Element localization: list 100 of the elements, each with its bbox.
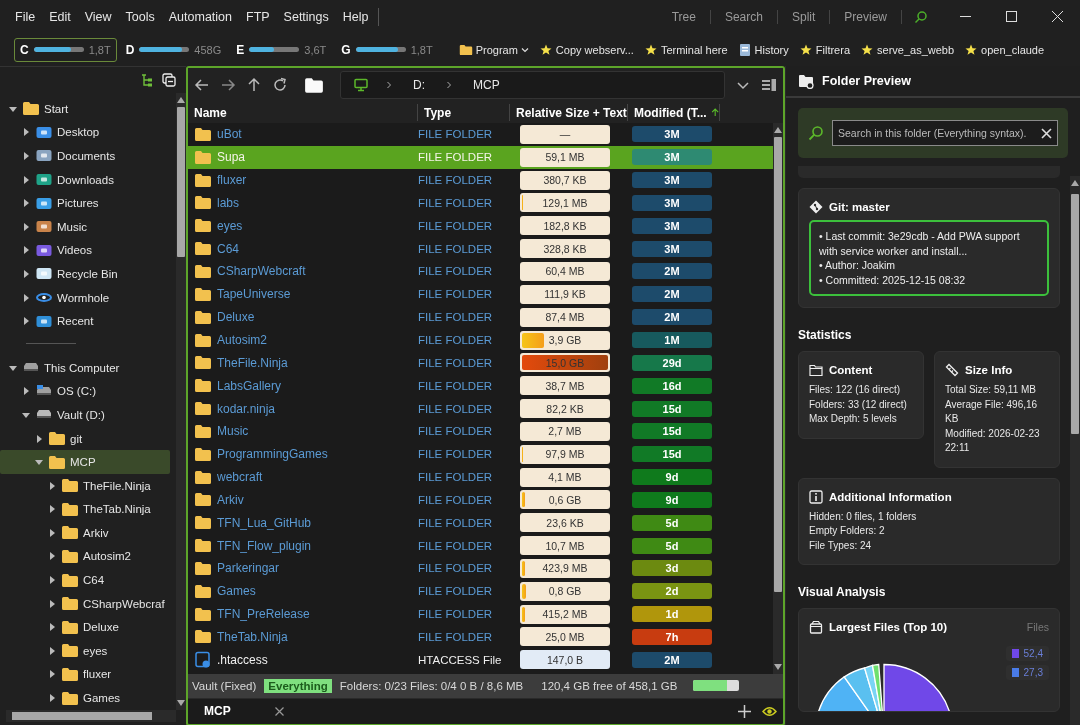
tree-item[interactable]: TheFile.Ninja — [0, 473, 170, 498]
file-row[interactable]: webcraft FILE FOLDER 4,1 MB 9d — [188, 465, 773, 489]
forward-icon[interactable] — [220, 77, 236, 93]
bookmark-button[interactable]: open_claude — [959, 40, 1050, 59]
tree-item[interactable]: Videos — [0, 238, 170, 263]
search-icon[interactable] — [914, 9, 928, 24]
scrollbar[interactable] — [176, 93, 186, 710]
scroll-up-icon[interactable] — [177, 97, 185, 103]
tree-item[interactable]: Wormhole — [0, 285, 170, 310]
tree-item[interactable]: Downloads — [0, 167, 170, 192]
file-row[interactable]: Deluxe FILE FOLDER 87,4 MB 2M — [188, 305, 773, 329]
back-icon[interactable] — [194, 77, 210, 93]
expand-arrow-icon[interactable] — [47, 645, 57, 656]
file-row[interactable]: LabsGallery FILE FOLDER 38,7 MB 16d — [188, 374, 773, 398]
expand-arrow-icon[interactable] — [47, 504, 57, 515]
horizontal-scrollbar[interactable] — [6, 709, 176, 722]
view-button[interactable]: Search — [710, 9, 778, 24]
menu-item[interactable]: View — [77, 5, 119, 28]
maximize-icon[interactable] — [1005, 11, 1017, 22]
view-button[interactable]: Preview — [830, 9, 902, 24]
drive-button[interactable]: D 458G — [119, 37, 228, 62]
menu-item[interactable]: Tools — [118, 5, 162, 28]
tree-item[interactable]: Arkiv — [0, 521, 170, 545]
collapse-all-icon[interactable] — [162, 73, 176, 87]
bookmark-button[interactable]: History — [732, 40, 794, 59]
file-row[interactable]: TFN_Lua_GitHub FILE FOLDER 23,6 KB 5d — [188, 511, 773, 535]
tree-item[interactable]: Recent — [0, 309, 170, 333]
tree-item[interactable]: C64 — [0, 568, 170, 592]
layout-icon[interactable] — [761, 77, 777, 93]
scrollbar[interactable] — [1070, 176, 1080, 725]
file-row[interactable]: TheTab.Ninja FILE FOLDER 25,0 MB 7h — [188, 625, 773, 649]
expand-arrow-icon[interactable] — [21, 174, 31, 185]
add-tab-icon[interactable] — [737, 703, 752, 719]
folder-icon[interactable] — [304, 76, 324, 94]
up-icon[interactable] — [246, 77, 262, 93]
expand-arrow-icon[interactable] — [21, 268, 31, 279]
file-row[interactable]: ProgrammingGames FILE FOLDER 97,9 MB 15d — [188, 442, 773, 466]
search-field[interactable]: Search in this folder (Everything syntax). — [832, 120, 1058, 146]
file-row[interactable]: Arkiv FILE FOLDER 0,6 GB 9d — [188, 488, 773, 512]
tree-item[interactable]: OS (C:) — [0, 379, 170, 404]
bookmark-button[interactable]: Terminal here — [638, 40, 733, 59]
file-row[interactable]: kodar.ninja FILE FOLDER 82,2 KB 15d — [188, 397, 773, 420]
bookmark-button[interactable]: Program — [453, 40, 534, 59]
menu-item[interactable]: Settings — [276, 5, 336, 28]
file-row[interactable]: uBot FILE FOLDER — 3M — [188, 123, 773, 146]
tree-item[interactable]: Music — [0, 214, 170, 239]
tree-item[interactable]: Autosim2 — [0, 544, 170, 569]
scroll-up-icon[interactable] — [774, 127, 782, 133]
tree-item[interactable]: Documents — [0, 144, 170, 168]
expand-arrow-icon[interactable] — [47, 669, 57, 680]
tree-item[interactable]: MCP — [0, 450, 170, 474]
tree-item[interactable]: CSharpWebcraf — [0, 591, 170, 616]
file-row[interactable]: Parkeringar FILE FOLDER 423,9 MB 3d — [188, 557, 773, 580]
scroll-thumb[interactable] — [12, 711, 152, 720]
expand-arrow-icon[interactable] — [21, 221, 31, 232]
tree-item[interactable]: Games — [0, 686, 170, 710]
expand-arrow-icon[interactable] — [21, 316, 31, 327]
bookmark-button[interactable]: Filtrera — [793, 40, 856, 59]
expand-arrow-icon[interactable] — [21, 386, 31, 397]
expand-arrow-icon[interactable] — [47, 598, 57, 609]
tree-view-icon[interactable] — [140, 73, 154, 87]
expand-arrow-icon[interactable] — [47, 622, 57, 633]
expand-arrow-icon[interactable] — [47, 527, 57, 538]
tree-item[interactable]: git — [0, 426, 170, 451]
scroll-thumb[interactable] — [1071, 194, 1079, 434]
menu-item[interactable]: Help — [335, 5, 376, 28]
breadcrumb[interactable]: MCP — [469, 78, 504, 92]
tree-item[interactable]: Recycle Bin — [0, 262, 170, 286]
breadcrumb[interactable]: D: — [409, 78, 429, 92]
expand-arrow-icon[interactable] — [34, 433, 44, 444]
column-header[interactable]: Name — [188, 104, 418, 121]
file-row[interactable]: TFN_Flow_plugin FILE FOLDER 10,7 MB 5d — [188, 534, 773, 558]
expand-arrow-icon[interactable] — [21, 151, 31, 161]
file-row[interactable]: Supa FILE FOLDER 59,1 MB 3M — [188, 145, 773, 169]
expand-arrow-icon[interactable] — [21, 198, 31, 209]
file-row[interactable]: Music FILE FOLDER 2,7 MB 15d — [188, 419, 773, 443]
address-bar[interactable]: D: MCP — [340, 71, 725, 99]
expand-arrow-icon[interactable] — [47, 575, 57, 586]
drive-button[interactable]: E 3,6T — [230, 37, 333, 62]
menu-item[interactable]: Edit — [42, 5, 78, 28]
column-header[interactable]: Modified (T... — [628, 104, 720, 121]
tree-item[interactable]: Pictures — [0, 191, 170, 215]
tree-item[interactable]: fluxer — [0, 662, 170, 687]
expand-arrow-icon[interactable] — [47, 551, 57, 562]
column-header[interactable]: Type — [418, 104, 510, 121]
expand-arrow-icon[interactable] — [47, 480, 57, 491]
clear-icon[interactable] — [1041, 127, 1052, 139]
file-row[interactable]: CSharpWebcraft FILE FOLDER 60,4 MB 2M — [188, 260, 773, 283]
file-row[interactable]: labs FILE FOLDER 129,1 MB 3M — [188, 191, 773, 215]
expand-arrow-icon[interactable] — [21, 245, 31, 256]
scroll-down-icon[interactable] — [177, 699, 185, 706]
scroll-up-icon[interactable] — [1071, 180, 1079, 186]
scroll-thumb[interactable] — [774, 137, 782, 592]
file-row[interactable]: TapeUniverse FILE FOLDER 111,9 KB 2M — [188, 282, 773, 306]
scrollbar[interactable] — [773, 123, 783, 674]
file-row[interactable]: TheFile.Ninja FILE FOLDER 15,0 GB 29d — [188, 351, 773, 375]
expand-arrow-icon[interactable] — [21, 127, 31, 138]
tab[interactable]: MCP — [192, 699, 292, 724]
expand-arrow-icon[interactable] — [21, 292, 31, 303]
file-row[interactable]: eyes FILE FOLDER 182,8 KB 3M — [188, 214, 773, 238]
